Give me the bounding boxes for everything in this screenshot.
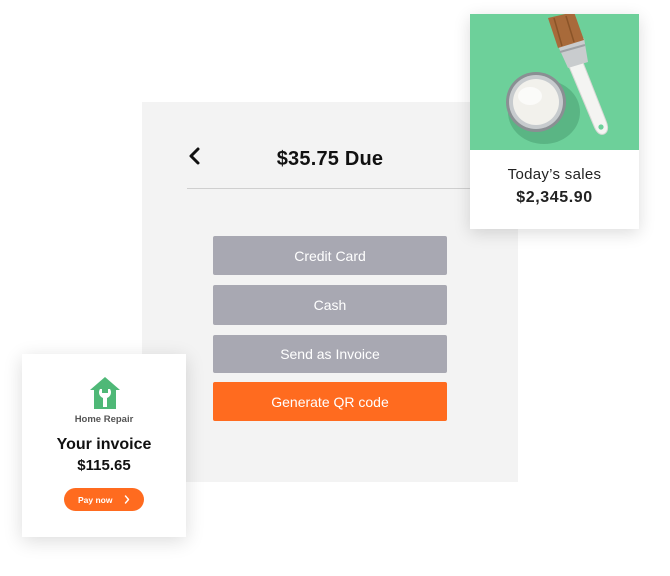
sales-summary: Today’s sales $2,345.90: [470, 150, 639, 207]
invoice-card: Home Repair Your invoice $115.65 Pay now: [22, 354, 186, 537]
credit-card-button[interactable]: Credit Card: [213, 236, 447, 275]
chevron-right-icon: [124, 495, 132, 505]
cash-button[interactable]: Cash: [213, 285, 447, 325]
todays-sales-card: Today’s sales $2,345.90: [470, 14, 639, 229]
pay-now-button[interactable]: Pay now: [64, 488, 144, 511]
sales-value: $2,345.90: [516, 189, 593, 206]
pay-now-label: Pay now: [78, 494, 113, 505]
send-as-invoice-button[interactable]: Send as Invoice: [213, 335, 447, 373]
sales-label: Today’s sales: [507, 166, 602, 183]
invoice-amount: $115.65: [77, 457, 131, 474]
amount-due-title: $35.75 Due: [276, 148, 384, 170]
paint-can-brush-image: [470, 14, 639, 150]
generate-qr-code-button[interactable]: Generate QR code: [213, 382, 447, 421]
paint-illustration: [506, 14, 609, 144]
panel-header: $35.75 Due: [187, 138, 473, 189]
payment-options: Credit Card Cash Send as Invoice Generat…: [213, 236, 447, 431]
payment-panel: $35.75 Due Credit Card Cash Send as Invo…: [142, 102, 518, 482]
house-wrench-icon: [90, 377, 120, 409]
page: $35.75 Due Credit Card Cash Send as Invo…: [0, 0, 670, 576]
brand-name: Home Repair: [74, 414, 134, 425]
invoice-title: Your invoice: [56, 436, 152, 453]
